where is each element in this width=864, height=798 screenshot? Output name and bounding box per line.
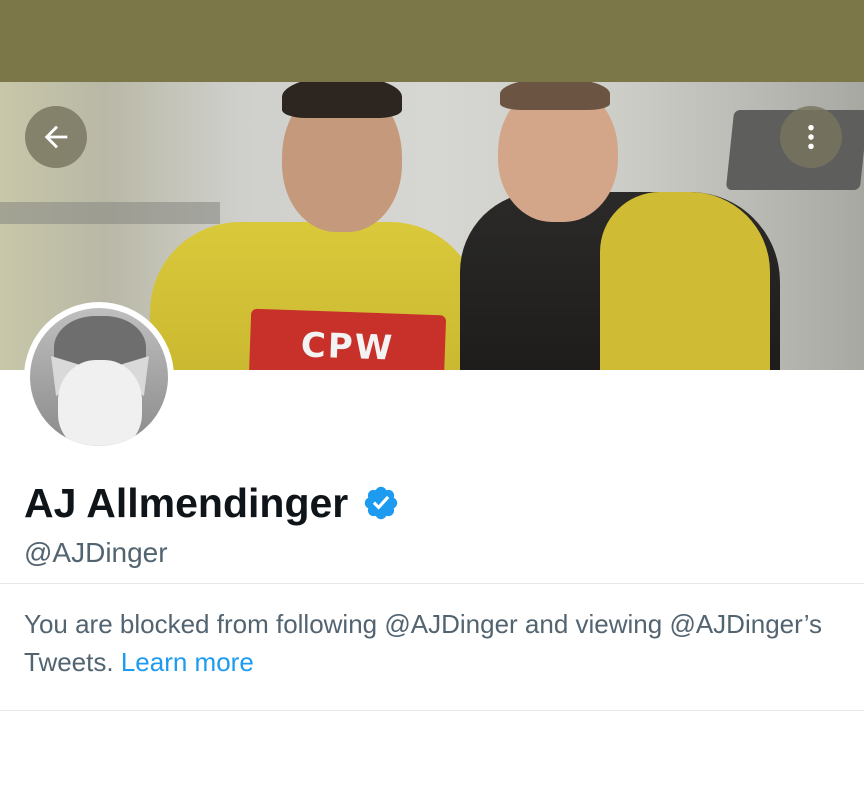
blocked-notice: You are blocked from following @AJDinger… (24, 605, 824, 681)
banner-person-left-hair (282, 82, 402, 118)
back-button[interactable] (25, 106, 87, 168)
avatar-image (30, 308, 168, 446)
banner-person-right-suit (600, 192, 770, 370)
banner-sponsor-logo: CPW (248, 308, 447, 370)
display-name-row: AJ Allmendinger (24, 478, 400, 528)
more-vertical-icon (808, 124, 814, 150)
learn-more-link[interactable]: Learn more (121, 647, 254, 677)
avatar-cat (58, 360, 142, 446)
banner-person-right-hair (500, 82, 610, 110)
arrow-left-icon (44, 125, 68, 149)
more-options-button[interactable] (780, 106, 842, 168)
status-bar (0, 0, 864, 82)
divider (0, 710, 864, 711)
divider (0, 583, 864, 584)
handle: @AJDinger (24, 537, 168, 568)
avatar[interactable] (24, 302, 174, 452)
verified-badge-icon[interactable] (362, 484, 400, 522)
banner-pipe (0, 202, 220, 224)
display-name: AJ Allmendinger (24, 480, 349, 526)
